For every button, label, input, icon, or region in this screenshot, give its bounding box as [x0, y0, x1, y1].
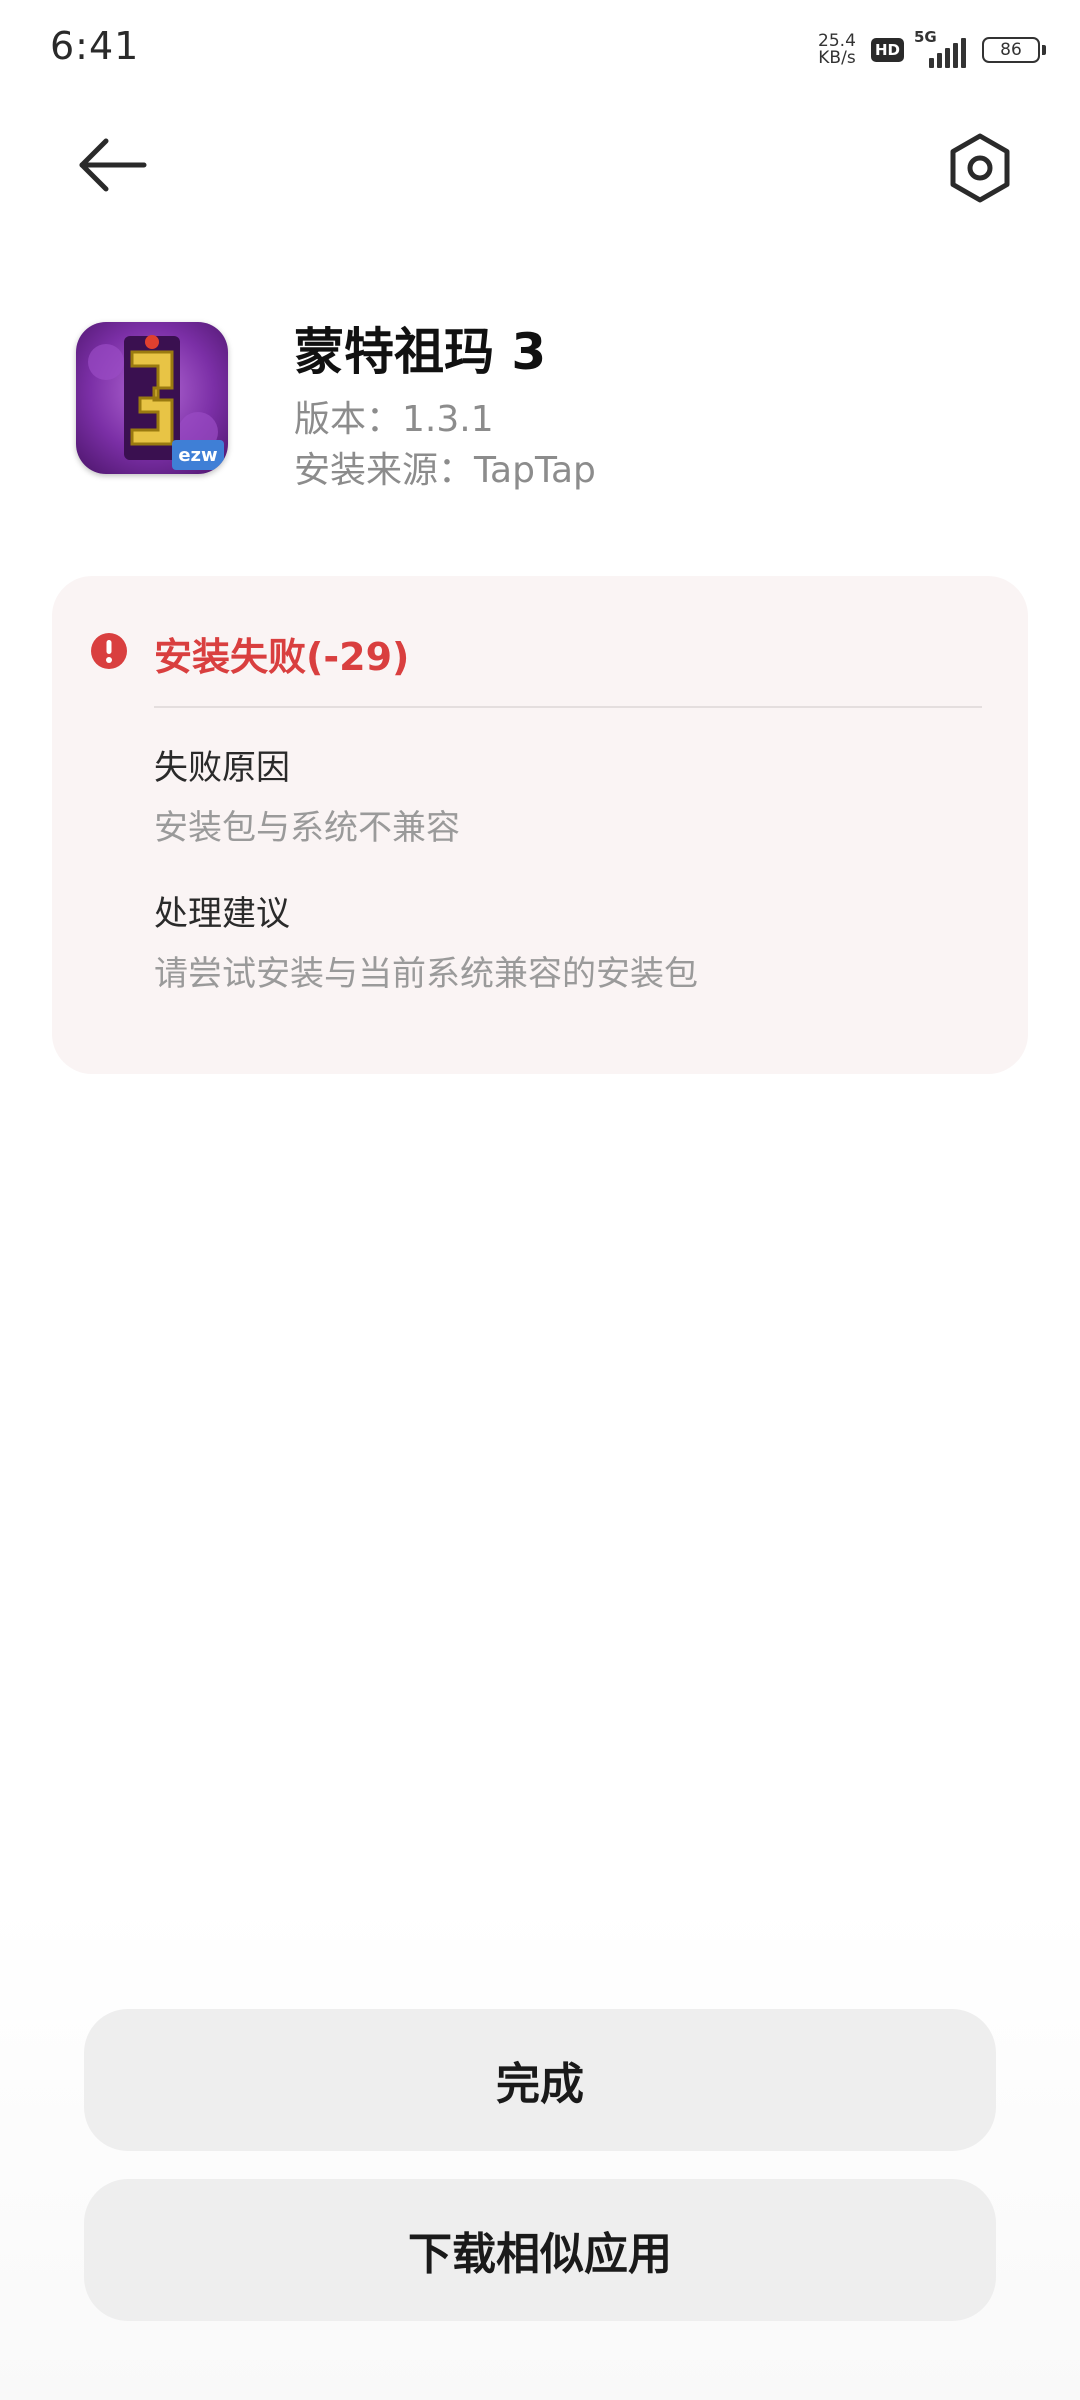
exclamation-circle-icon: [91, 633, 127, 669]
network-speed-unit: KB/s: [818, 48, 856, 68]
status-icons: 25.4 KB/s HD 5G 86: [813, 28, 1046, 72]
settings-icon: [950, 133, 1010, 203]
battery-level: 86: [1000, 40, 1022, 60]
hd-badge: HD: [870, 38, 904, 62]
app-version: 版本：1.3.1: [294, 399, 494, 440]
divider: [154, 706, 982, 708]
app-icon: ezw: [76, 322, 228, 474]
signal-icon: 5G: [914, 28, 966, 68]
status-bar: 6:41 25.4 KB/s HD 5G 86: [0, 0, 1080, 100]
back-button[interactable]: [68, 130, 158, 200]
battery-icon: 86: [982, 37, 1046, 63]
failure-reason-text: 安装包与系统不兼容: [154, 808, 460, 848]
done-button[interactable]: 完成: [84, 2009, 996, 2151]
failure-reason-label: 失败原因: [154, 748, 290, 788]
network-speed: 25.4 KB/s: [813, 33, 861, 67]
suggestion-text: 请尝试安装与当前系统兼容的安装包: [154, 954, 698, 994]
error-title: 安装失败(-29): [154, 635, 410, 679]
download-similar-apps-button[interactable]: 下载相似应用: [84, 2179, 996, 2321]
error-card: 安装失败(-29) 失败原因 安装包与系统不兼容 处理建议 请尝试安装与当前系统…: [52, 576, 1028, 1074]
arrow-left-icon: [79, 138, 147, 192]
network-type-label: 5G: [914, 28, 937, 46]
app-source: 安装来源：TapTap: [294, 450, 596, 491]
suggestion-label: 处理建议: [154, 894, 290, 934]
settings-button[interactable]: [940, 128, 1020, 208]
app-name: 蒙特祖玛 3: [294, 323, 547, 381]
status-time: 6:41: [50, 24, 140, 68]
app-icon-badge: ezw: [178, 445, 217, 466]
